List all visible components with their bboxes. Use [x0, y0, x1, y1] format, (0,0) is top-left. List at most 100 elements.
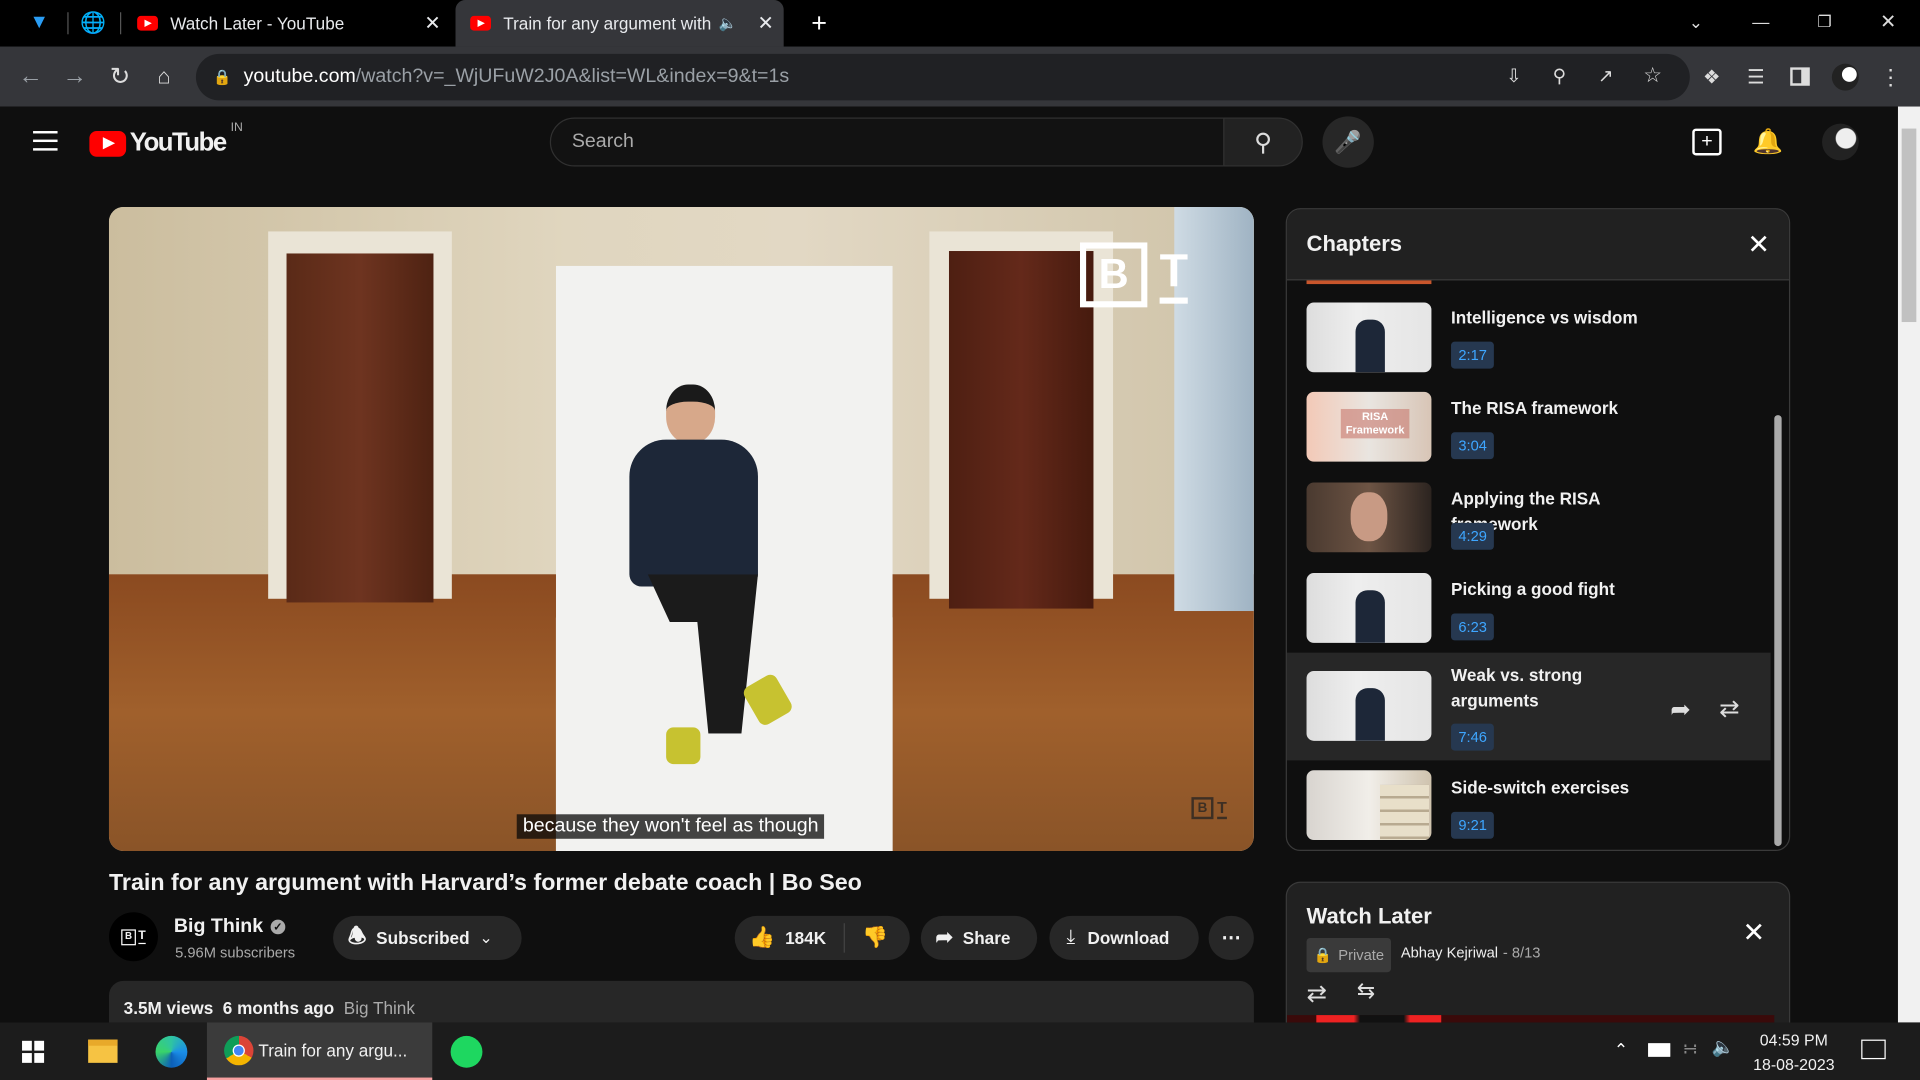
youtube-favicon-icon	[137, 15, 158, 31]
logo-text: YouTube	[129, 128, 227, 157]
chapter-title: Picking a good fight	[1451, 579, 1615, 599]
media-queue-icon[interactable]: ☰	[1744, 65, 1768, 89]
spotify-icon[interactable]	[450, 1035, 483, 1068]
video-player[interactable]: B T B T because they won't feel as thoug…	[108, 206, 1254, 852]
playlist-owner[interactable]: Abhay Kejriwal	[1401, 944, 1498, 961]
share-page-icon[interactable]: ↗	[1598, 65, 1613, 87]
tab-search-chevron-icon[interactable]: ⌄	[1684, 10, 1708, 34]
view-count: 3.5M views	[123, 997, 214, 1018]
chapter-item[interactable]: Picking a good fight 6:23	[1287, 562, 1771, 653]
share-chapter-icon[interactable]: ➦	[1670, 694, 1691, 725]
taskbar-chrome-window[interactable]: Train for any argu...	[206, 1022, 433, 1080]
clock[interactable]: 04:59 PM 18-08-2023	[1745, 1029, 1843, 1078]
youtube-logo[interactable]: YouTube IN	[89, 121, 243, 158]
extensions-puzzle-icon[interactable]: ❖	[1700, 65, 1724, 89]
hamburger-menu-icon[interactable]	[33, 131, 58, 151]
playlist-title[interactable]: Watch Later	[1307, 904, 1432, 930]
volume-icon[interactable]: 🔈	[1712, 1036, 1735, 1058]
channel-avatar[interactable]: B T	[108, 912, 158, 962]
back-icon[interactable]: ←	[17, 62, 44, 89]
browser-menu-icon[interactable]: ⋮	[1878, 64, 1902, 89]
mute-tab-icon[interactable]: 🔈	[719, 15, 737, 32]
extension-pinned-tab-icon[interactable]: ▼	[27, 11, 51, 35]
chapters-header: Chapters ✕	[1286, 209, 1789, 281]
chapter-item[interactable]: RISA Framework The RISA framework 3:04	[1287, 381, 1771, 472]
door-right	[948, 251, 1094, 609]
minimize-icon[interactable]: —	[1749, 10, 1773, 34]
close-playlist-icon[interactable]: ✕	[1742, 917, 1765, 949]
description-channel-tag: Big Think	[343, 997, 415, 1018]
create-video-icon[interactable]: +	[1692, 128, 1722, 156]
loop-playlist-icon[interactable]: ⇄	[1307, 978, 1328, 1009]
side-panel-icon[interactable]	[1790, 67, 1810, 86]
url-domain: youtube.com	[243, 66, 356, 87]
battery-icon[interactable]	[1648, 1043, 1671, 1057]
edge-browser-icon[interactable]	[155, 1035, 188, 1068]
download-label: Download	[1087, 928, 1170, 948]
chapter-timestamp[interactable]: 4:29	[1451, 522, 1495, 550]
tab-watch-later[interactable]: Watch Later - YouTube ✕	[127, 0, 448, 47]
chapter-item[interactable]: Side-switch exercises 9:21	[1287, 760, 1771, 849]
share-button[interactable]: ➦ Share	[920, 915, 1038, 961]
scrollbar-thumb[interactable]	[1901, 128, 1917, 323]
show-hidden-icons-icon[interactable]: ⌃	[1614, 1040, 1628, 1061]
search-input[interactable]: Search	[549, 117, 1225, 167]
notifications-center-icon[interactable]	[1861, 1039, 1886, 1060]
like-button[interactable]: 👍 184K	[735, 923, 845, 953]
close-tab-icon[interactable]: ✕	[424, 11, 440, 35]
chapter-title: The RISA framework	[1451, 397, 1619, 418]
download-icon: ⤓	[1066, 926, 1076, 948]
chapter-timestamp[interactable]: 6:23	[1451, 613, 1495, 641]
chapter-timestamp[interactable]: 3:04	[1451, 432, 1495, 460]
verified-badge-icon: ✓	[270, 919, 286, 935]
address-bar[interactable]: 🔒 youtube.com /watch?v=_WjUFuW2J0A&list=…	[195, 53, 1690, 101]
tab-train-for-any-argument[interactable]: Train for any argument with H 🔈 ✕	[455, 0, 784, 47]
install-app-icon[interactable]: ⇩	[1506, 65, 1521, 87]
chapters-scrollbar[interactable]	[1774, 415, 1782, 847]
chapter-item[interactable]: Intelligence vs wisdom 2:17	[1287, 290, 1771, 381]
wifi-icon[interactable]: ∺	[1682, 1037, 1697, 1059]
profile-avatar[interactable]	[1831, 63, 1859, 91]
close-chapters-icon[interactable]: ✕	[1747, 229, 1770, 261]
chapter-item[interactable]: Applying the RISA framework 4:29	[1287, 471, 1771, 562]
channel-name-link[interactable]: Big Think ✓	[174, 916, 286, 938]
chapter-thumbnail	[1306, 573, 1432, 643]
home-icon[interactable]: ⌂	[151, 62, 178, 89]
account-avatar[interactable]	[1822, 123, 1859, 161]
chapter-timestamp[interactable]: 9:21	[1451, 811, 1495, 839]
restore-icon[interactable]: ❐	[1812, 10, 1836, 34]
chapter-thumbnail: RISA Framework	[1306, 391, 1432, 462]
close-window-icon[interactable]: ✕	[1876, 10, 1900, 34]
more-horizontal-icon: ⋯	[1221, 928, 1242, 949]
globe-tab-icon[interactable]: 🌐	[80, 11, 106, 35]
page-scrollbar[interactable]	[1897, 106, 1920, 1023]
big-think-watermark: B T	[1080, 241, 1196, 308]
privacy-badge: 🔒 Private	[1306, 937, 1392, 973]
lock-icon: 🔒	[1313, 946, 1333, 964]
dislike-button[interactable]: 👎	[845, 926, 888, 950]
chapter-timestamp[interactable]: 7:46	[1451, 723, 1495, 751]
search-button[interactable]: ⚲	[1223, 117, 1303, 167]
chapter-title: Side-switch exercises	[1451, 777, 1630, 798]
forward-icon[interactable]: →	[61, 62, 88, 89]
voice-search-button[interactable]: 🎤	[1322, 116, 1374, 168]
windows-start-icon[interactable]	[22, 1040, 45, 1063]
chapter-timestamp[interactable]: 2:17	[1451, 341, 1495, 369]
bookmark-star-icon[interactable]: ☆	[1643, 64, 1662, 88]
shuffle-icon[interactable]: ⇆	[1357, 978, 1375, 1004]
close-tab-icon[interactable]: ✕	[757, 11, 773, 35]
loop-chapter-icon[interactable]: ⇄	[1719, 693, 1740, 724]
tab-divider	[67, 12, 69, 35]
subscribed-button[interactable]: 🕭 Subscribed ⌄	[333, 915, 522, 961]
notifications-bell-icon[interactable]: 🔔	[1753, 126, 1783, 155]
zoom-icon[interactable]: ⚲	[1553, 65, 1566, 87]
new-tab-icon[interactable]: +	[806, 7, 833, 38]
share-icon: ➦	[935, 925, 953, 949]
more-actions-button[interactable]: ⋯	[1208, 915, 1254, 961]
chrome-icon	[224, 1035, 254, 1065]
like-dislike-group: 👍 184K 👎	[734, 915, 910, 961]
reload-icon[interactable]: ↻	[107, 62, 134, 90]
file-explorer-icon[interactable]	[88, 1039, 118, 1063]
download-button[interactable]: ⤓ Download	[1049, 915, 1199, 961]
chapter-item-active[interactable]: Weak vs. strong arguments 7:46 ➦ ⇄	[1286, 652, 1771, 761]
